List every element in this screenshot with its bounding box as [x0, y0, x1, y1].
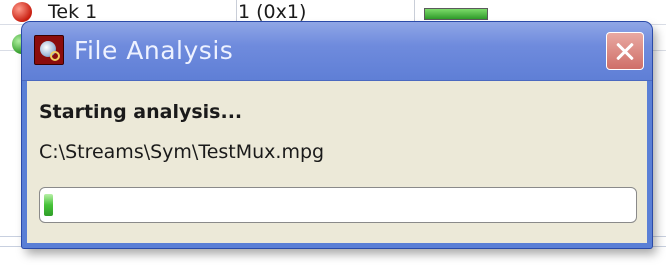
analysis-progress-bar — [39, 187, 637, 223]
background-level-meter — [424, 8, 488, 20]
progress-fill — [44, 194, 53, 216]
file-path-label: C:\Streams\Sym\TestMux.mpg — [39, 141, 325, 163]
analysis-status-label: Starting analysis... — [39, 101, 243, 123]
close-button[interactable] — [606, 32, 644, 70]
dialog-titlebar[interactable]: File Analysis — [22, 22, 652, 81]
dialog-title: File Analysis — [74, 36, 234, 65]
file-analysis-dialog: File Analysis Starting analysis... C:\St… — [22, 22, 652, 248]
dialog-client-area: Starting analysis... C:\Streams\Sym\Test… — [27, 81, 647, 243]
file-analysis-icon — [34, 35, 64, 65]
background-row-value: 1 (0x1) — [234, 0, 415, 24]
background-row-name: Tek 1 — [44, 0, 237, 24]
status-red-icon — [12, 2, 32, 22]
